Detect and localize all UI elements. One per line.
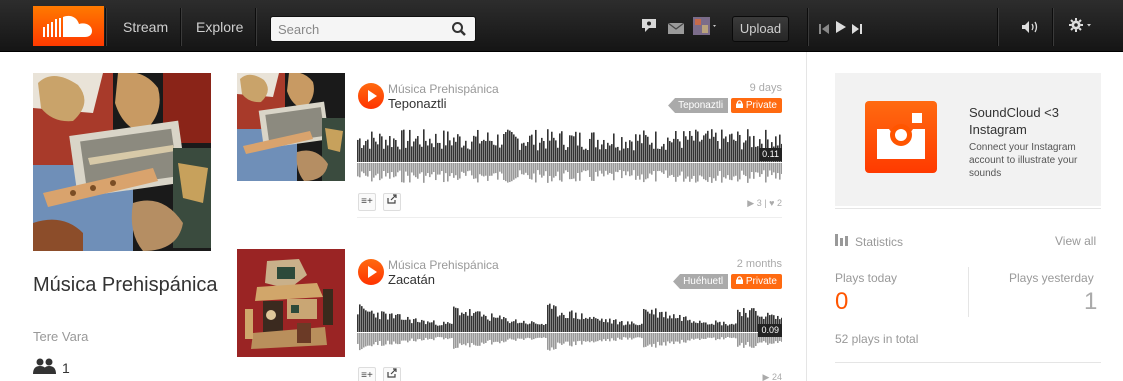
play-button[interactable] (358, 259, 384, 285)
track-username[interactable]: Música Prehispánica (388, 258, 499, 272)
mail-icon[interactable] (667, 21, 685, 39)
nav-explore[interactable]: Explore (196, 0, 243, 52)
volume-icon[interactable] (1022, 20, 1040, 38)
set-artwork[interactable] (33, 73, 211, 251)
track-item: Música Prehispánica Zacatán 2 months Hué… (237, 249, 783, 381)
private-label: Private (745, 100, 777, 111)
waveform[interactable]: 0.09 (357, 299, 783, 353)
view-all-link[interactable]: View all (1055, 234, 1096, 248)
track-title[interactable]: Zacatán (388, 272, 435, 287)
track-artwork[interactable] (237, 249, 345, 357)
search-box (270, 16, 476, 42)
share-icon (387, 368, 397, 378)
track-item: Música Prehispánica Teponaztli 9 days Te… (237, 73, 783, 218)
statistics-header: Statistics (835, 234, 903, 249)
instagram-icon (865, 101, 937, 173)
lock-icon (736, 276, 744, 284)
share-button[interactable] (383, 193, 401, 211)
genre-tag[interactable]: Teponaztli (668, 98, 729, 113)
track-divider (357, 217, 782, 218)
track-age: 9 days (749, 82, 782, 94)
statistics-label: Statistics (855, 234, 904, 249)
stats-divider (968, 267, 969, 317)
add-to-playlist-button[interactable]: ≡+ (358, 367, 376, 381)
set-title[interactable]: Música Prehispánica (33, 271, 233, 299)
share-button[interactable] (383, 367, 401, 381)
lock-icon (736, 100, 744, 108)
search-input[interactable] (271, 17, 441, 41)
upload-button[interactable]: Upload (732, 16, 789, 42)
share-icon (387, 194, 397, 204)
likes-icon: ♥ (769, 198, 775, 208)
track-title[interactable]: Teponaztli (388, 96, 447, 111)
waveform[interactable]: 0.11 (357, 125, 783, 185)
set-username[interactable]: Tere Vara (33, 329, 88, 344)
track-duration: 0.11 (759, 148, 782, 161)
divider (835, 208, 1101, 209)
plays-total: 52 plays in total (835, 332, 919, 346)
private-label: Private (745, 276, 777, 287)
soundcloud-cloud-icon (42, 15, 92, 37)
nav-separator (180, 8, 181, 46)
genre-tag[interactable]: Huéhuetl (673, 274, 729, 289)
add-to-playlist-button[interactable]: ≡+ (358, 193, 376, 211)
plays-yesterday-label: Plays yesterday (1009, 271, 1094, 285)
plays-icon: ▶ (762, 372, 770, 381)
instagram-promo[interactable]: SoundCloud <3 Instagram Connect your Ins… (835, 73, 1101, 206)
plays-yesterday-value: 1 (1084, 288, 1098, 315)
plays-today-label: Plays today (835, 271, 898, 285)
track-tags: Huéhuetl Private (673, 274, 782, 289)
messages-icon[interactable] (641, 18, 657, 38)
track-actions: ≡+ (358, 367, 401, 381)
track-stats: ▶ 24 (763, 372, 782, 381)
private-badge: Private (731, 98, 782, 113)
soundcloud-logo[interactable] (33, 6, 104, 46)
bar-chart-icon (835, 234, 849, 249)
sidebar-border (806, 52, 807, 381)
play-button[interactable] (358, 83, 384, 109)
promo-description: Connect your Instagram account to illust… (969, 142, 1078, 179)
plays-count: 3 (756, 198, 762, 208)
track-stats: ▶ 3 | ♥ 2 (747, 198, 782, 208)
search-icon[interactable] (451, 21, 467, 42)
track-artwork[interactable] (237, 73, 345, 181)
next-icon[interactable] (852, 21, 862, 39)
track-duration: 0.09 (758, 324, 782, 337)
user-avatar-menu[interactable] (693, 17, 719, 40)
nav-stream[interactable]: Stream (123, 0, 168, 52)
nav-separator (997, 8, 998, 46)
followers-count[interactable]: 1 (33, 358, 70, 377)
previous-icon[interactable] (819, 21, 829, 39)
track-username[interactable]: Música Prehispánica (388, 82, 499, 96)
play-icon[interactable] (836, 20, 846, 38)
plays-count: 24 (771, 372, 782, 381)
followers-icon (33, 358, 57, 377)
top-bar: Stream Explore Upload (0, 0, 1123, 52)
settings-gear-icon[interactable] (1069, 18, 1093, 37)
promo-title: SoundCloud <3 Instagram (969, 105, 1059, 137)
track-age: 2 months (736, 258, 782, 270)
likes-count: 2 (776, 198, 782, 208)
followers-value: 1 (62, 359, 70, 376)
nav-separator (105, 8, 106, 46)
nav-separator (1052, 8, 1053, 46)
plays-icon: ▶ (747, 198, 755, 208)
track-actions: ≡+ (358, 193, 401, 211)
mini-player (807, 0, 1123, 52)
private-badge: Private (731, 274, 782, 289)
track-tags: Teponaztli Private (668, 98, 782, 113)
nav-separator (255, 8, 256, 46)
divider (835, 362, 1101, 363)
plays-today-value: 0 (835, 288, 849, 315)
